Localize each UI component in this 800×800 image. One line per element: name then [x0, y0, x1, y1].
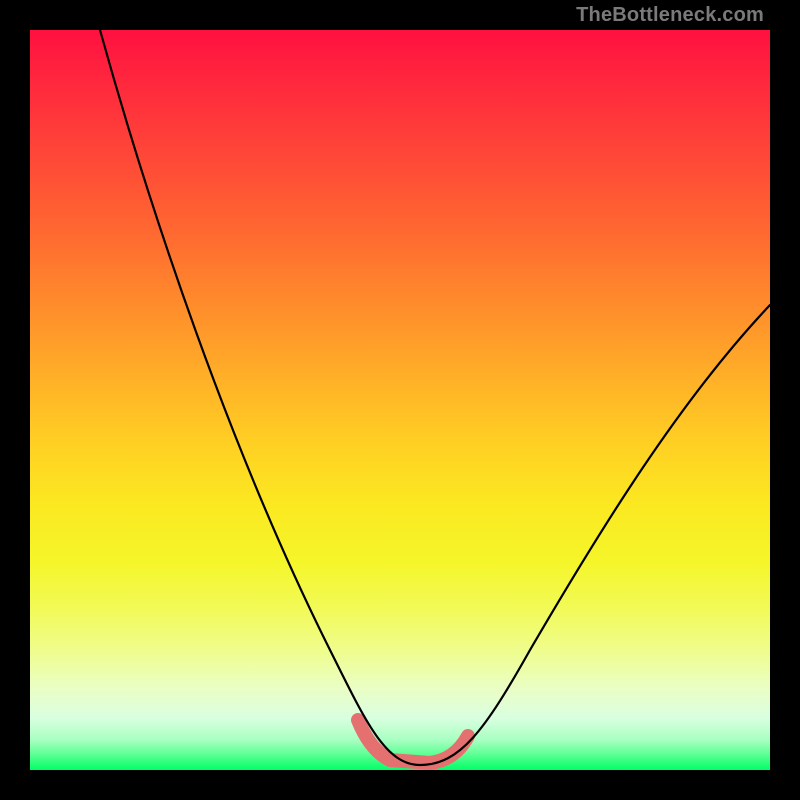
chart-frame: TheBottleneck.com	[0, 0, 800, 800]
chart-svg	[30, 30, 770, 770]
bottleneck-curve-path	[100, 30, 770, 765]
plot-area	[30, 30, 770, 770]
watermark-text: TheBottleneck.com	[576, 4, 764, 27]
